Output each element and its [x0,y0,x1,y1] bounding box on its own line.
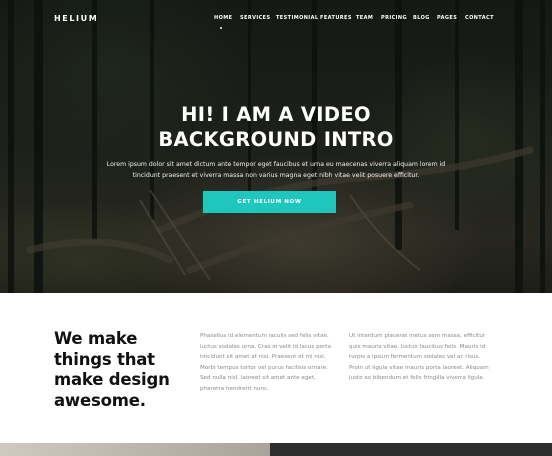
about-section: We make things that make design awesome.… [0,293,552,443]
about-heading-line: make design [54,370,170,389]
next-section-image-strip [0,443,270,456]
nav-item-blog[interactable]: BLOG [413,15,430,21]
hero-section: HELIUM HOME SERVICES TESTIMONIAL FEATURE… [0,0,552,293]
main-nav: HOME SERVICES TESTIMONIAL FEATURES TEAM … [0,15,552,27]
nav-item-services[interactable]: SERVICES [240,15,270,21]
nav-item-testimonial[interactable]: TESTIMONIAL [276,15,318,21]
hero-title-line: HI! I AM A VIDEO [181,103,371,126]
about-heading: We make things that make design awesome. [54,329,184,411]
about-heading-line: awesome. [54,390,146,410]
nav-item-pages[interactable]: PAGES [437,15,457,21]
about-paragraph-right: Ut interdum placerat metus sem massa, ef… [349,333,489,382]
nav-item-contact[interactable]: CONTACT [465,15,494,21]
hero-subtitle: Lorem ipsum dolor sit amet dictum ante t… [106,161,446,179]
nav-item-team[interactable]: TEAM [356,15,373,21]
nav-item-features[interactable]: FEATURES [320,15,352,21]
about-heading-line: We make [54,329,138,348]
nav-item-pricing[interactable]: PRICING [381,15,407,21]
active-nav-indicator [220,27,222,29]
next-section-dark-strip [270,443,552,456]
about-paragraph-left: Phasellus id elementum iaculis sed felis… [200,333,331,392]
hero-title: HI! I AM A VIDEO BACKGROUND INTRO [0,102,552,152]
hero-title-line: BACKGROUND INTRO [158,128,394,151]
get-helium-now-button[interactable]: GET HELIUM NOW [203,191,336,213]
nav-item-home[interactable]: HOME [214,15,232,21]
about-heading-line: things that [54,349,155,369]
